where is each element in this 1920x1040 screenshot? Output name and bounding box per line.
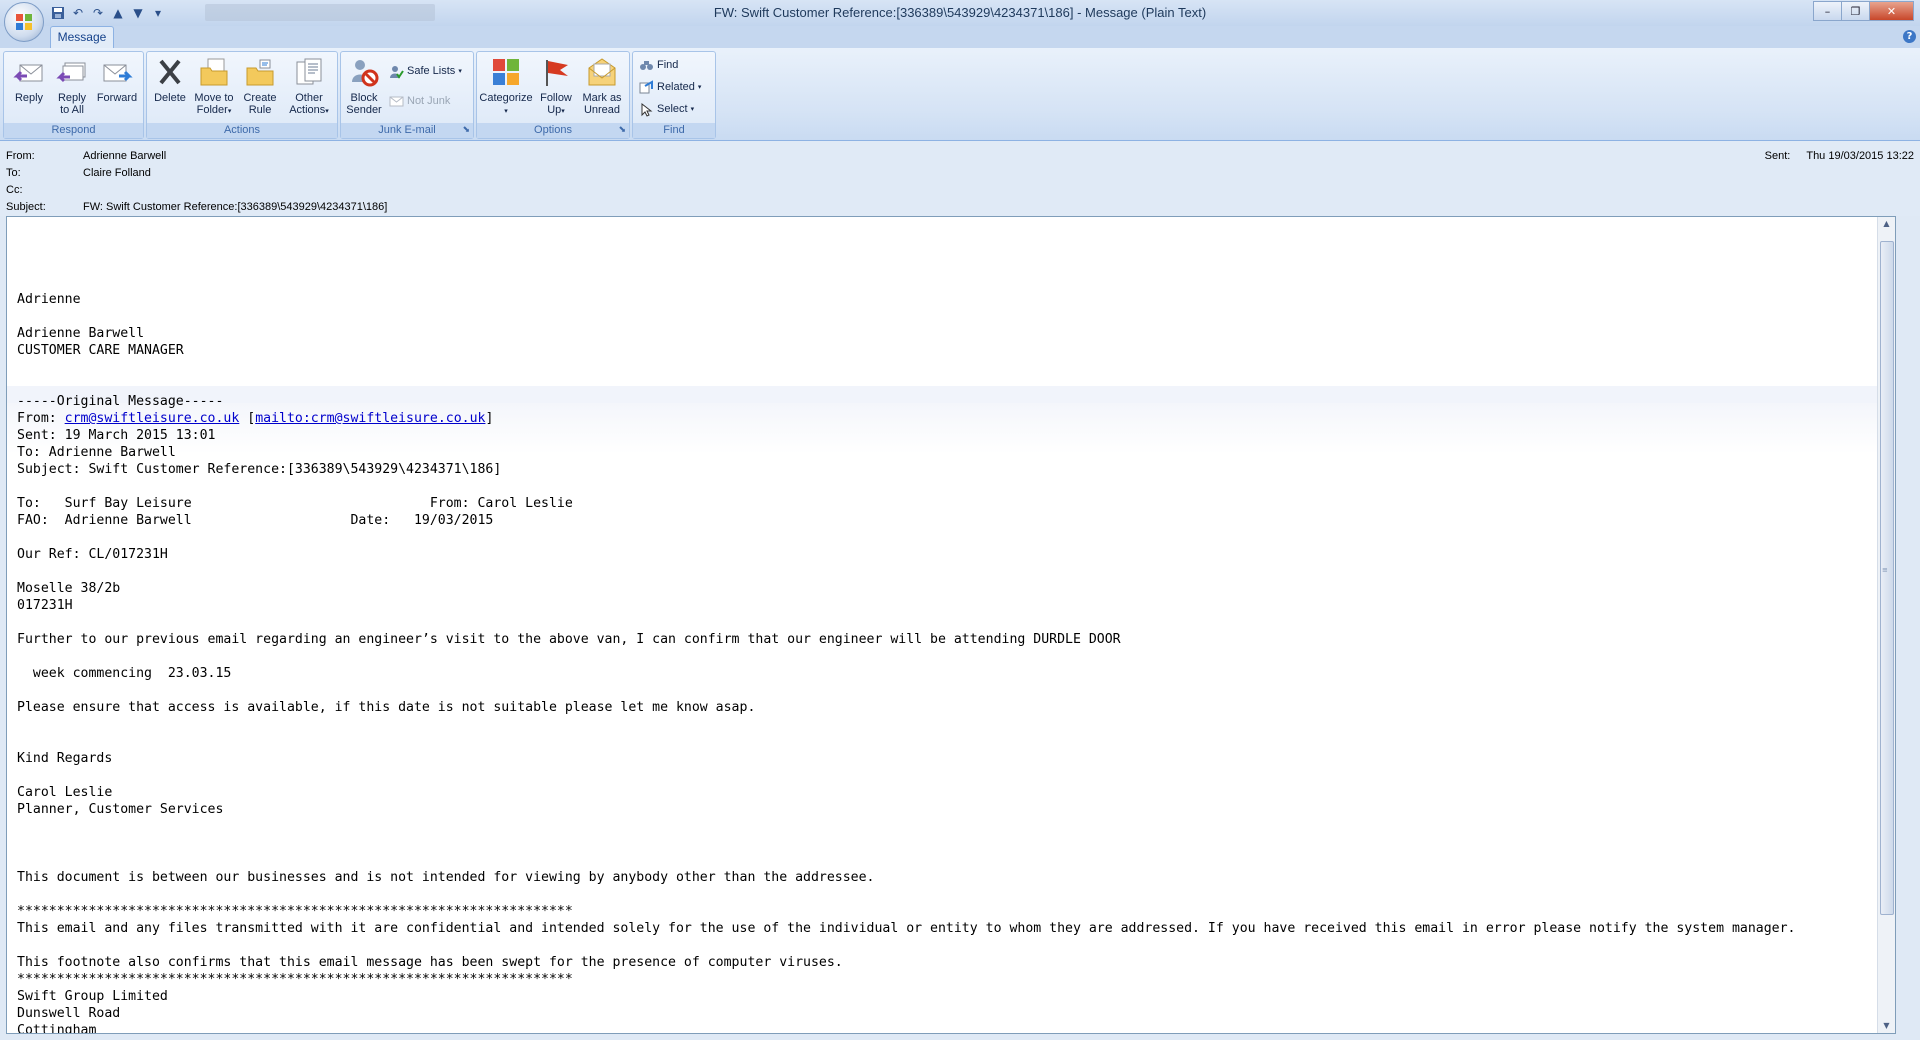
scroll-grip-icon: ≡ <box>1882 566 1888 574</box>
ribbon-tab-row: Message ? <box>0 26 1920 48</box>
minimize-button[interactable]: – <box>1813 1 1842 21</box>
scroll-up-icon[interactable]: ▲ <box>1878 217 1895 231</box>
sent-row: Sent: Thu 19/03/2015 13:22 <box>1765 150 1914 162</box>
message-text: Adrienne Adrienne Barwell CUSTOMER CARE … <box>17 292 1796 1034</box>
restore-button[interactable]: ❐ <box>1841 1 1870 21</box>
window-controls: – ❐ ✕ <box>1813 1 1914 21</box>
window-title: FW: Swift Customer Reference:[336389\543… <box>713 5 1207 20</box>
group-find-label: Find <box>633 123 715 138</box>
select-button[interactable]: Select ▾ <box>639 100 694 118</box>
mark-as-unread-button[interactable]: Mark as Unread <box>579 54 625 119</box>
subject-value: FW: Swift Customer Reference:[336389\543… <box>83 201 388 213</box>
safe-lists-button[interactable]: Safe Lists ▾ <box>389 62 462 80</box>
cc-label: Cc: <box>6 184 23 196</box>
other-actions-icon <box>296 58 322 85</box>
cc-row: Cc: <box>6 184 83 196</box>
to-label: To: <box>6 167 21 179</box>
sent-value: Thu 19/03/2015 13:22 <box>1806 150 1914 162</box>
safe-lists-icon <box>390 65 404 79</box>
categorize-icon <box>493 59 519 85</box>
block-sender-button[interactable]: Block Sender <box>343 54 385 119</box>
reply-all-icon <box>56 62 86 83</box>
reply-icon <box>13 64 43 82</box>
follow-up-button[interactable]: Follow Up▾ <box>535 54 577 119</box>
from-row: From: Adrienne Barwell <box>6 150 166 162</box>
subject-row: Subject: FW: Swift Customer Reference:[33… <box>6 201 387 213</box>
find-icon <box>640 60 653 70</box>
to-value[interactable]: Claire Folland <box>83 167 151 179</box>
tab-message[interactable]: Message <box>50 26 114 48</box>
other-actions-button[interactable]: Other Actions▾ <box>285 54 333 119</box>
options-launcher-icon[interactable]: ⬊ <box>618 125 626 135</box>
mailto-link[interactable]: mailto:crm@swiftleisure.co.uk <box>255 411 485 426</box>
move-folder-icon <box>200 58 228 86</box>
related-icon <box>639 79 653 93</box>
not-junk-icon <box>389 96 404 106</box>
group-options-label: Options <box>477 123 629 138</box>
group-respond: Reply Reply to All Forward Respond <box>3 51 144 139</box>
junk-options-launcher-icon[interactable]: ⬊ <box>462 125 470 135</box>
email-link[interactable]: crm@swiftleisure.co.uk <box>65 411 240 426</box>
related-button[interactable]: Related ▾ <box>639 78 701 96</box>
office-orb-icon[interactable] <box>4 2 44 42</box>
not-junk-button[interactable]: Not Junk <box>389 92 450 110</box>
from-value[interactable]: Adrienne Barwell <box>83 150 166 162</box>
reply-all-button[interactable]: Reply to All <box>51 54 93 119</box>
create-rule-icon <box>246 59 274 86</box>
to-row: To: Claire Folland <box>6 167 151 179</box>
group-respond-label: Respond <box>4 123 143 138</box>
group-junk-label: Junk E-mail <box>341 123 473 138</box>
delete-icon <box>159 59 181 85</box>
from-label: From: <box>6 150 35 162</box>
scroll-thumb[interactable] <box>1880 241 1894 915</box>
vertical-scrollbar[interactable]: ▲ ≡ ▼ <box>1877 217 1895 1033</box>
title-bar: ↶ ↷ ▲ ▼ ▾ FW: Swift Customer Reference:[… <box>0 0 1920 27</box>
block-sender-icon <box>352 60 379 87</box>
message-body[interactable]: Adrienne Adrienne Barwell CUSTOMER CARE … <box>6 216 1896 1034</box>
group-options: Categorize ▾ Follow Up▾ Mark as Unread Opti… <box>476 51 630 139</box>
forward-icon <box>103 64 133 82</box>
subject-label: Subject: <box>6 201 46 213</box>
message-header: From: Adrienne Barwell To: Claire Folland … <box>0 141 1920 216</box>
mark-unread-icon <box>588 58 616 86</box>
sent-label: Sent: <box>1764 150 1791 162</box>
group-actions: Delete Move to Folder▾ Create Rule Other Ac… <box>146 51 338 139</box>
group-actions-label: Actions <box>147 123 337 138</box>
close-button[interactable]: ✕ <box>1869 1 1914 21</box>
group-junk-email: Block Sender Safe Lists ▾ Not Junk Junk E-… <box>340 51 474 139</box>
create-rule-button[interactable]: Create Rule <box>239 54 281 119</box>
find-button[interactable]: Find <box>639 56 678 74</box>
follow-up-flag-icon <box>546 60 568 86</box>
move-to-folder-button[interactable]: Move to Folder▾ <box>193 54 235 119</box>
scroll-down-icon[interactable]: ▼ <box>1878 1019 1895 1033</box>
forward-button[interactable]: Forward <box>96 54 138 119</box>
select-icon <box>641 102 653 117</box>
delete-button[interactable]: Delete <box>149 54 191 119</box>
help-icon[interactable]: ? <box>1903 30 1916 43</box>
categorize-button[interactable]: Categorize ▾ <box>479 54 533 119</box>
ribbon: Reply Reply to All Forward Respond Delete… <box>0 48 1920 141</box>
group-find: Find Related ▾ Select ▾ Find <box>632 51 716 139</box>
reply-button[interactable]: Reply <box>8 54 50 119</box>
